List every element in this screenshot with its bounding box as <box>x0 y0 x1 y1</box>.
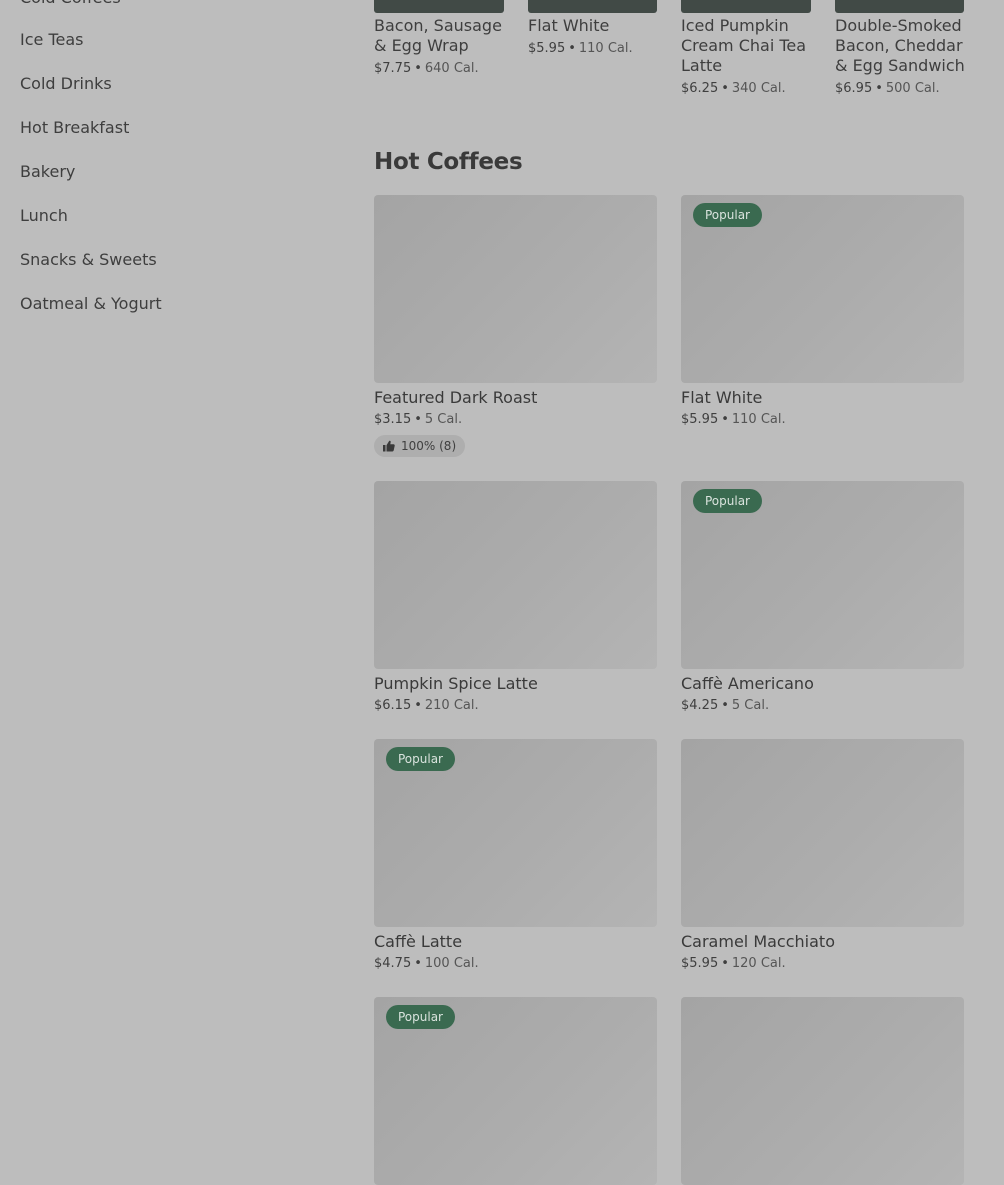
separator: • <box>721 698 729 713</box>
separator: • <box>721 956 729 971</box>
product-image[interactable] <box>681 997 964 1185</box>
sidebar-item-cold-coffees[interactable]: Cold Coffees <box>20 0 121 8</box>
featured-item-name[interactable]: Flat White <box>528 16 609 36</box>
price: $6.15 <box>374 698 412 713</box>
price: $6.95 <box>835 81 873 96</box>
popular-badge: Popular <box>386 1005 455 1029</box>
product-meta: $5.95 • 120 Cal. <box>681 956 786 972</box>
separator: • <box>568 41 576 56</box>
price: $4.75 <box>374 956 412 971</box>
product-meta: $4.75 • 100 Cal. <box>374 956 479 972</box>
separator: • <box>721 81 729 96</box>
sidebar-item-ice-teas[interactable]: Ice Teas <box>20 30 83 50</box>
product-meta: $5.95 • 110 Cal. <box>681 412 786 428</box>
featured-item-image[interactable] <box>528 0 657 13</box>
separator: • <box>414 956 422 971</box>
popular-badge: Popular <box>693 203 762 227</box>
product-meta: $6.15 • 210 Cal. <box>374 698 479 714</box>
price: $5.95 <box>681 956 719 971</box>
calories: 120 Cal. <box>731 956 786 971</box>
sidebar-item-hot-breakfast[interactable]: Hot Breakfast <box>20 118 129 138</box>
rating-value: 100% (8) <box>401 439 457 453</box>
featured-item-meta: $5.95 • 110 Cal. <box>528 41 633 57</box>
product-image[interactable] <box>374 195 657 383</box>
product-meta: $3.15 • 5 Cal. <box>374 412 462 428</box>
featured-item-meta: $6.95 • 500 Cal. <box>835 81 940 97</box>
sidebar-item-lunch[interactable]: Lunch <box>20 206 68 226</box>
price: $5.95 <box>528 41 566 56</box>
price: $4.25 <box>681 698 719 713</box>
product-name[interactable]: Caffè Americano <box>681 673 814 695</box>
calories: 110 Cal. <box>731 412 786 427</box>
separator: • <box>414 61 422 76</box>
sidebar-item-snacks-sweets[interactable]: Snacks & Sweets <box>20 250 157 270</box>
separator: • <box>414 698 422 713</box>
thumbs-up-icon <box>383 440 395 452</box>
product-meta: $4.25 • 5 Cal. <box>681 698 769 714</box>
price: $6.25 <box>681 81 719 96</box>
calories: 100 Cal. <box>424 956 479 971</box>
sidebar-item-bakery[interactable]: Bakery <box>20 162 75 182</box>
product-name[interactable]: Flat White <box>681 387 762 409</box>
product-image[interactable] <box>374 481 657 669</box>
calories: 640 Cal. <box>424 61 479 76</box>
featured-item-meta: $7.75 • 640 Cal. <box>374 61 479 77</box>
sidebar-item-cold-drinks[interactable]: Cold Drinks <box>20 74 112 94</box>
calories: 5 Cal. <box>424 412 463 427</box>
price: $5.95 <box>681 412 719 427</box>
featured-item-image[interactable] <box>681 0 811 13</box>
featured-item-image[interactable] <box>374 0 504 13</box>
product-name[interactable]: Featured Dark Roast <box>374 387 537 409</box>
separator: • <box>875 81 883 96</box>
popular-badge: Popular <box>693 489 762 513</box>
calories: 340 Cal. <box>731 81 786 96</box>
product-name[interactable]: Caffè Latte <box>374 931 462 953</box>
featured-item-name[interactable]: Iced Pumpkin Cream Chai Tea Latte <box>681 16 806 76</box>
price: $3.15 <box>374 412 412 427</box>
section-title: Hot Coffees <box>374 149 523 175</box>
calories: 5 Cal. <box>731 698 770 713</box>
price: $7.75 <box>374 61 412 76</box>
separator: • <box>414 412 422 427</box>
rating-pill: 100% (8) <box>374 435 466 457</box>
sidebar-item-oatmeal-yogurt[interactable]: Oatmeal & Yogurt <box>20 294 162 314</box>
calories: 110 Cal. <box>578 41 633 56</box>
featured-item-image[interactable] <box>835 0 964 13</box>
featured-item-meta: $6.25 • 340 Cal. <box>681 81 786 97</box>
calories: 210 Cal. <box>424 698 479 713</box>
featured-item-name[interactable]: Double-Smoked Bacon, Cheddar & Egg Sandw… <box>835 16 965 76</box>
popular-badge: Popular <box>386 747 455 771</box>
product-image[interactable] <box>681 739 964 927</box>
product-name[interactable]: Caramel Macchiato <box>681 931 835 953</box>
separator: • <box>721 412 729 427</box>
calories: 500 Cal. <box>885 81 940 96</box>
product-name[interactable]: Pumpkin Spice Latte <box>374 673 538 695</box>
featured-item-name[interactable]: Bacon, Sausage & Egg Wrap <box>374 16 502 56</box>
